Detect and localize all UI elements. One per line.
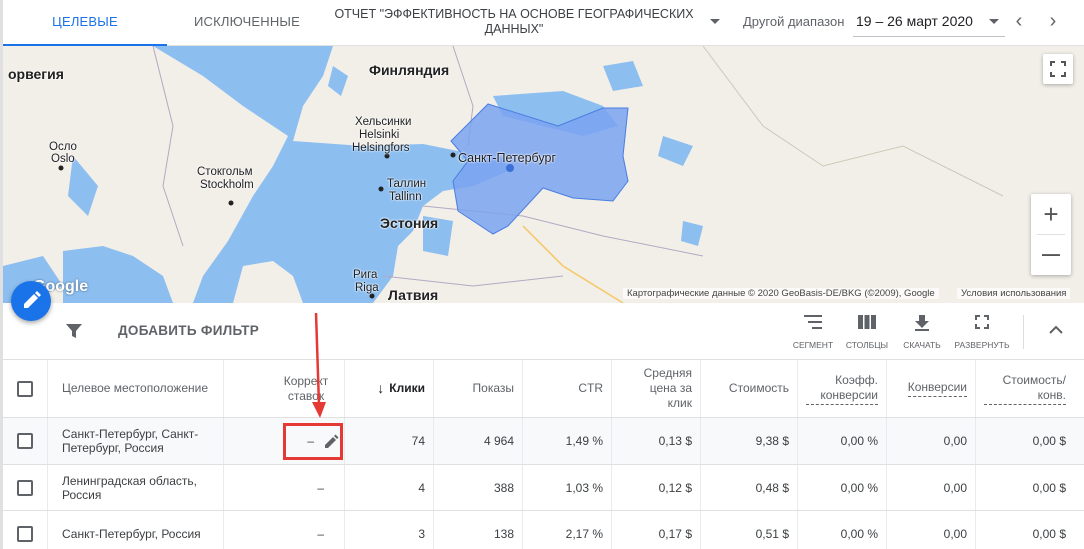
- annotation-highlight-box: [283, 423, 343, 460]
- geo-report-page: ЦЕЛЕВЫЕ ИСКЛЮЧЕННЫЕ ОТЧЕТ "ЭФФЕКТИВНОСТЬ…: [0, 0, 1084, 549]
- annotation-arrow: [312, 312, 326, 418]
